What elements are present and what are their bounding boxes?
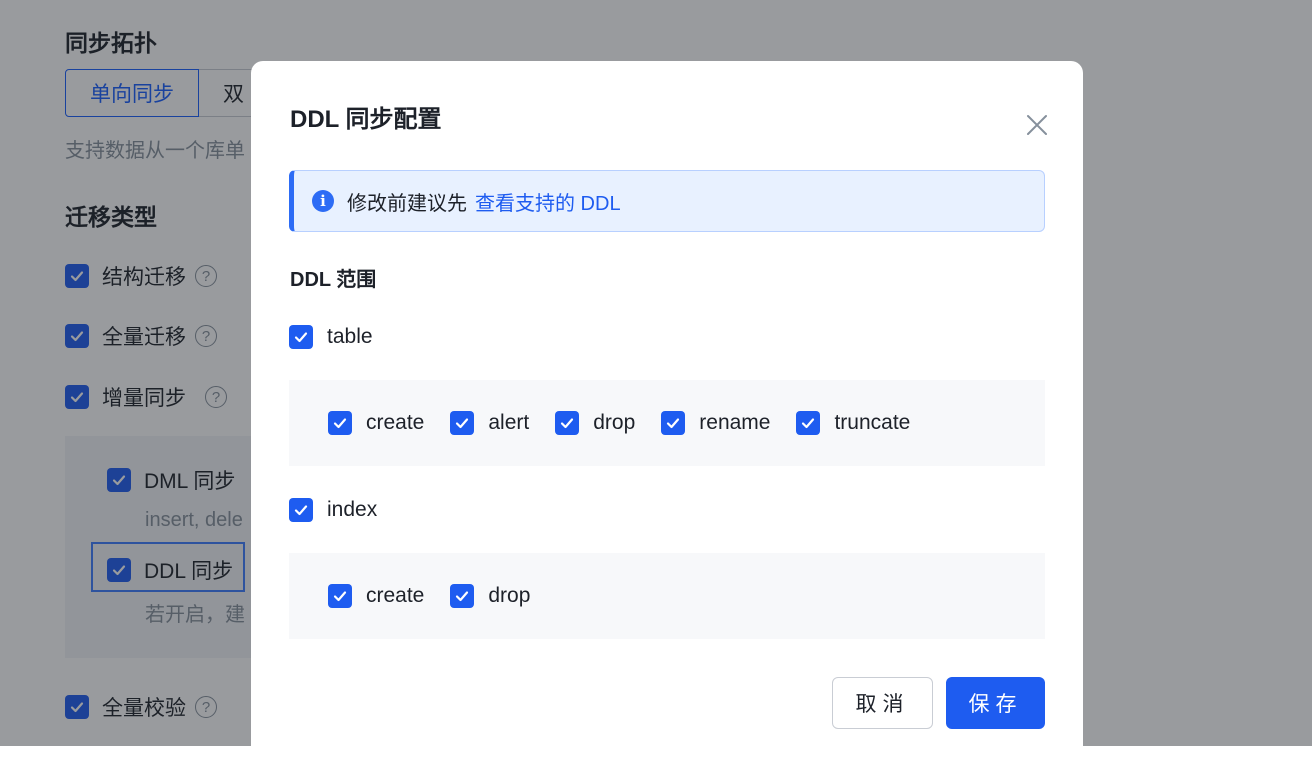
checkbox-checked[interactable]	[661, 411, 686, 435]
group-label: index	[327, 498, 378, 521]
option-label: alert	[488, 411, 530, 434]
option-label: truncate	[834, 411, 911, 434]
group-table-checkbox[interactable]: table	[289, 325, 373, 349]
info-alert: i 修改前建议先 查看支持的 DDL	[289, 170, 1045, 232]
checkbox-checked[interactable]	[328, 584, 352, 608]
view-supported-ddl-link[interactable]: 查看支持的 DDL	[475, 187, 621, 216]
checkbox-checked[interactable]	[796, 411, 821, 435]
table-options-panel: create alert drop rename truncate	[289, 380, 1045, 466]
option-label: create	[366, 584, 425, 607]
checkbox-checked[interactable]	[328, 411, 352, 435]
option-index-create[interactable]: create	[328, 584, 424, 608]
option-label: drop	[593, 411, 636, 434]
option-label: drop	[488, 584, 531, 607]
checkbox-checked[interactable]	[450, 584, 475, 608]
option-index-drop[interactable]: drop	[450, 584, 530, 608]
ddl-scope-label: DDL 范围	[290, 269, 377, 291]
checkbox-checked[interactable]	[450, 411, 475, 435]
cancel-button[interactable]: 取消	[832, 677, 933, 729]
group-label: table	[327, 325, 373, 348]
info-icon: i	[312, 190, 334, 212]
option-table-alert[interactable]: alert	[450, 411, 529, 435]
save-button[interactable]: 保存	[946, 677, 1045, 729]
close-icon	[1027, 115, 1047, 135]
option-label: rename	[699, 411, 771, 434]
ddl-sync-config-dialog: DDL 同步配置 i 修改前建议先 查看支持的 DDL DDL 范围 table…	[251, 61, 1083, 761]
option-table-create[interactable]: create	[328, 411, 424, 435]
option-table-rename[interactable]: rename	[661, 411, 770, 435]
index-options-panel: create drop	[289, 553, 1045, 639]
option-table-truncate[interactable]: truncate	[796, 411, 910, 435]
group-index-checkbox[interactable]: index	[289, 498, 377, 522]
alert-text: 修改前建议先	[347, 192, 467, 215]
close-button[interactable]	[1021, 109, 1053, 141]
checkbox-checked[interactable]	[289, 498, 313, 522]
option-table-drop[interactable]: drop	[555, 411, 635, 435]
dialog-title: DDL 同步配置	[290, 106, 442, 133]
checkbox-checked[interactable]	[555, 411, 580, 435]
option-label: create	[366, 411, 425, 434]
checkbox-checked[interactable]	[289, 325, 313, 349]
